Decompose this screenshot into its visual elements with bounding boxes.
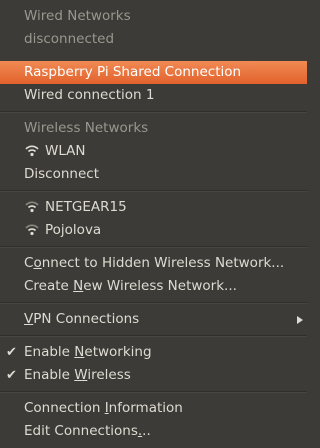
mnemonic-key: W [74, 367, 88, 383]
menu-item-vpn-connections[interactable]: VPN Connections [0, 308, 307, 331]
label-text: ireless [87, 367, 131, 383]
menu-separator [0, 246, 307, 248]
network-name: NETGEAR15 [45, 199, 127, 215]
wifi-signal-icon [25, 224, 39, 236]
menu-separator [0, 302, 307, 304]
menu-separator [0, 335, 307, 337]
network-menu: Wired Networks disconnected Raspberry Pi… [0, 0, 307, 448]
menu-item-disconnect[interactable]: Disconnect [0, 163, 307, 186]
menu-item-netgear15[interactable]: NETGEAR15 [0, 196, 307, 219]
wired-networks-header: Wired Networks [24, 8, 131, 24]
menu-separator [0, 190, 307, 192]
label-text: etworking [84, 344, 152, 360]
menu-item-wlan[interactable]: WLAN [0, 140, 307, 163]
wifi-signal-icon [25, 201, 39, 213]
label-text: Edit Connections [24, 423, 138, 439]
network-name: WLAN [45, 143, 86, 159]
wifi-signal-icon [25, 145, 39, 157]
label-text: .. [142, 423, 151, 439]
wireless-networks-header: Wireless Networks [24, 120, 149, 136]
menu-item-wired-connection-1[interactable]: Wired connection 1 [0, 84, 307, 107]
menu-separator [0, 111, 307, 113]
menu-item-connection-information[interactable]: Connection Information [0, 397, 307, 420]
wired-status: disconnected [24, 31, 115, 47]
check-icon: ✔ [6, 368, 17, 383]
menu-item-create-wireless-network[interactable]: Create New Wireless Network... [0, 275, 307, 298]
mnemonic-key: N [74, 344, 85, 360]
check-icon: ✔ [6, 345, 17, 360]
chevron-right-icon [297, 308, 303, 331]
mnemonic-key: N [73, 278, 84, 294]
label-text: Enable [24, 344, 75, 360]
menu-item-connect-hidden-network[interactable]: Connect to Hidden Wireless Network... [0, 252, 307, 275]
label-text: Connection [24, 400, 105, 416]
label-text: nnect to Hidden Wireless Network... [41, 255, 285, 271]
menu-item-raspberry-pi-shared-connection[interactable]: Raspberry Pi Shared Connection [0, 61, 307, 84]
menu-item-enable-networking[interactable]: ✔ Enable Networking [0, 341, 307, 364]
menu-item-edit-connections[interactable]: Edit Connections... [0, 420, 307, 443]
label-text: Enable [24, 367, 75, 383]
mnemonic-key: V [24, 311, 34, 327]
mnemonic-key: o [33, 255, 42, 271]
menu-separator [0, 391, 307, 393]
label-text: ew Wireless Network... [83, 278, 237, 294]
network-name: Pojolova [45, 222, 102, 238]
menu-item-pojolova[interactable]: Pojolova [0, 219, 307, 242]
menu-item-enable-wireless[interactable]: ✔ Enable Wireless [0, 364, 307, 387]
label-text: nformation [108, 400, 183, 416]
label-text: PN Connections [33, 311, 140, 327]
label-text: Create [24, 278, 74, 294]
